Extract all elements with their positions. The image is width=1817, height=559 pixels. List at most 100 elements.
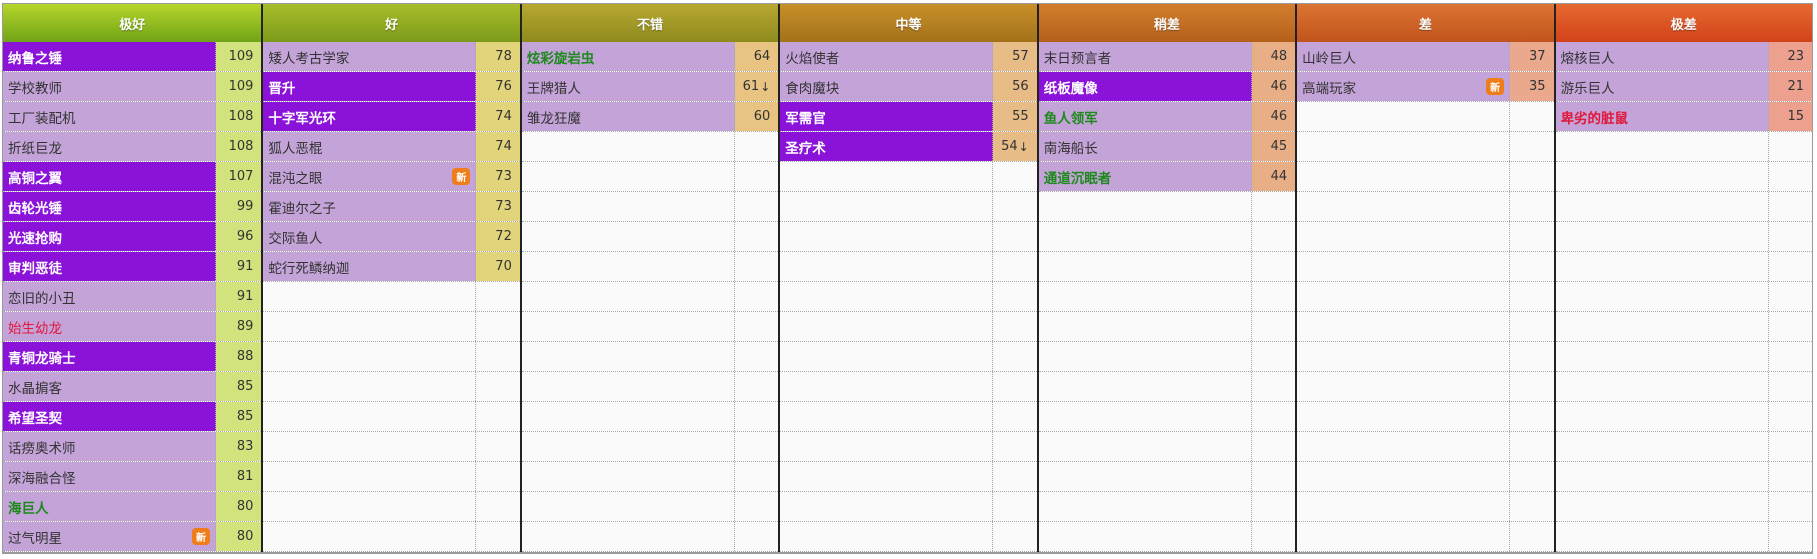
empty-row bbox=[1297, 132, 1554, 162]
card-name-text: 十字军光环 bbox=[268, 110, 336, 127]
card-name-text: 工厂装配机 bbox=[8, 110, 76, 127]
card-row[interactable]: 山岭巨人 37 bbox=[1297, 42, 1554, 72]
card-row[interactable]: 青铜龙骑士 88 bbox=[3, 342, 262, 372]
card-name bbox=[1038, 462, 1252, 491]
card-name bbox=[1555, 342, 1769, 371]
card-row[interactable]: 蛇行死鳞纳迦 70 bbox=[263, 252, 520, 282]
card-name-text: 通道沉眠者 bbox=[1043, 170, 1112, 187]
card-row[interactable]: 纸板魔像 46 bbox=[1038, 72, 1296, 102]
card-name-text: 南海船长 bbox=[1043, 140, 1098, 157]
card-score bbox=[1510, 162, 1554, 191]
card-name bbox=[1555, 222, 1769, 251]
card-name bbox=[1555, 462, 1769, 491]
card-row[interactable]: 雏龙狂魔 60 bbox=[521, 102, 779, 132]
card-name bbox=[1038, 492, 1252, 521]
card-row[interactable]: 军需官 55 bbox=[780, 102, 1037, 132]
card-row[interactable]: 火焰使者 57 bbox=[780, 42, 1037, 72]
card-row[interactable]: 熔核巨人 23 bbox=[1555, 42, 1812, 72]
card-score bbox=[476, 462, 520, 491]
card-score bbox=[1510, 192, 1554, 221]
card-row[interactable]: 希望圣契 85 bbox=[3, 402, 262, 432]
card-name-text: 齿轮光锤 bbox=[8, 200, 62, 217]
card-name: 纳鲁之锤 bbox=[3, 42, 216, 71]
card-row[interactable]: 炫彩旋岩虫 64 bbox=[521, 42, 779, 72]
card-row[interactable]: 齿轮光锤 99 bbox=[3, 192, 262, 222]
tier-header: 中等 bbox=[780, 4, 1037, 42]
card-score bbox=[1510, 492, 1554, 521]
card-score-value: 57 bbox=[1012, 49, 1029, 64]
card-score bbox=[1768, 282, 1812, 311]
card-score: 44 bbox=[1251, 162, 1296, 191]
card-row[interactable]: 折纸巨龙 108 bbox=[3, 132, 262, 162]
tier-card-list: 纳鲁之锤 109 学校教师 109 工厂装配机 108 折纸巨龙 108 高铜之翼 107 齿轮光锤… bbox=[3, 42, 262, 552]
card-row[interactable]: 始生幼龙 89 bbox=[3, 312, 262, 342]
card-row[interactable]: 南海船长 45 bbox=[1038, 132, 1296, 162]
tier-header: 极好 bbox=[3, 4, 262, 42]
card-score-value: 60 bbox=[753, 109, 771, 124]
card-row[interactable]: 食肉魔块 56 bbox=[780, 72, 1037, 102]
card-name: 学校教师 bbox=[3, 72, 216, 101]
card-row[interactable]: 狐人恶棍 74 bbox=[263, 132, 520, 162]
card-row[interactable]: 深海融合怪 81 bbox=[3, 462, 262, 492]
card-row[interactable]: 纳鲁之锤 109 bbox=[3, 42, 262, 72]
empty-row bbox=[780, 222, 1037, 252]
card-name-text: 食肉魔块 bbox=[785, 80, 840, 97]
card-name bbox=[263, 462, 477, 491]
card-row[interactable]: 混沌之眼 新 73 bbox=[263, 162, 520, 192]
empty-row bbox=[1297, 462, 1554, 492]
card-row[interactable]: 工厂装配机 108 bbox=[3, 102, 262, 132]
card-score-value: 91 bbox=[236, 289, 254, 304]
empty-row bbox=[1038, 522, 1296, 552]
card-name bbox=[521, 282, 735, 311]
card-row[interactable]: 审判恶徒 91 bbox=[3, 252, 262, 282]
tier-card-list: 山岭巨人 37 高端玩家 新 35 bbox=[1297, 42, 1554, 552]
card-row[interactable]: 晋升 76 bbox=[263, 72, 520, 102]
card-score: 56 bbox=[993, 72, 1037, 101]
card-score bbox=[476, 402, 520, 431]
card-name-text: 霍迪尔之子 bbox=[268, 200, 336, 217]
empty-row bbox=[1297, 222, 1554, 252]
card-row[interactable]: 高端玩家 新 35 bbox=[1297, 72, 1554, 102]
card-row[interactable]: 通道沉眠者 44 bbox=[1038, 162, 1296, 192]
card-score bbox=[993, 282, 1037, 311]
card-name bbox=[1297, 222, 1511, 251]
tier-card-list: 熔核巨人 23 游乐巨人 21 卑劣的脏鼠 15 bbox=[1555, 42, 1812, 552]
card-score bbox=[1768, 162, 1812, 191]
card-row[interactable]: 过气明星 新 80 bbox=[3, 522, 262, 552]
card-score-value: 70 bbox=[495, 259, 512, 274]
card-row[interactable]: 卑劣的脏鼠 15 bbox=[1555, 102, 1812, 132]
card-name-text: 学校教师 bbox=[8, 80, 62, 97]
card-row[interactable]: 学校教师 109 bbox=[3, 72, 262, 102]
card-name: 话痨奥术师 bbox=[3, 432, 216, 461]
card-row[interactable]: 末日预言者 48 bbox=[1038, 42, 1296, 72]
card-row[interactable]: 圣疗术 54 ↓ bbox=[780, 132, 1037, 162]
card-score: 46 bbox=[1251, 102, 1296, 131]
card-score: 35 bbox=[1510, 72, 1554, 101]
card-row[interactable]: 交际鱼人 72 bbox=[263, 222, 520, 252]
card-row[interactable]: 话痨奥术师 83 bbox=[3, 432, 262, 462]
card-row[interactable]: 高铜之翼 107 bbox=[3, 162, 262, 192]
card-row[interactable]: 十字军光环 74 bbox=[263, 102, 520, 132]
card-name bbox=[521, 402, 735, 431]
empty-row bbox=[263, 312, 520, 342]
card-name-text: 游乐巨人 bbox=[1560, 80, 1615, 97]
card-name bbox=[521, 252, 735, 281]
card-name bbox=[1038, 342, 1252, 371]
card-row[interactable]: 光速抢购 96 bbox=[3, 222, 262, 252]
card-score bbox=[1251, 402, 1296, 431]
card-row[interactable]: 水晶掮客 85 bbox=[3, 372, 262, 402]
card-row[interactable]: 矮人考古学家 78 bbox=[263, 42, 520, 72]
empty-row bbox=[521, 432, 779, 462]
card-row[interactable]: 游乐巨人 21 bbox=[1555, 72, 1812, 102]
card-row[interactable]: 霍迪尔之子 73 bbox=[263, 192, 520, 222]
card-name bbox=[1555, 252, 1769, 281]
card-name bbox=[1555, 282, 1769, 311]
card-row[interactable]: 海巨人 80 bbox=[3, 492, 262, 522]
card-score bbox=[993, 222, 1037, 251]
card-row[interactable]: 鱼人领军 46 bbox=[1038, 102, 1296, 132]
card-row[interactable]: 恋旧的小丑 91 bbox=[3, 282, 262, 312]
card-name: 希望圣契 bbox=[3, 402, 216, 431]
card-score: 108 bbox=[216, 132, 262, 161]
card-row[interactable]: 王牌猎人 61 ↓ bbox=[521, 72, 779, 102]
card-name: 鱼人领军 bbox=[1038, 102, 1252, 131]
